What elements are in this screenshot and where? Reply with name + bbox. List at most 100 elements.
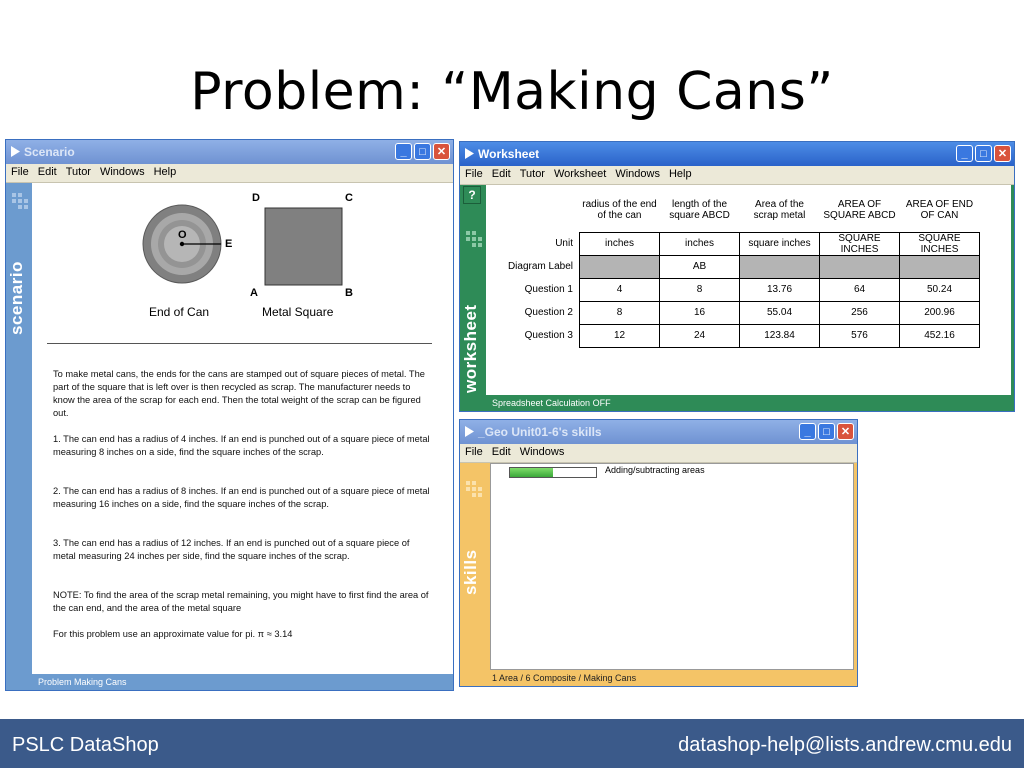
label-c: C [345,192,353,204]
table-cell[interactable]: inches [579,231,660,256]
app-icon [465,148,474,159]
row-label: Unit [555,238,573,249]
skill-name: Adding/subtracting areas [605,465,705,475]
table-cell[interactable] [819,254,900,279]
slide-title: Problem: “Making Cans” [190,62,834,122]
table-row: Question 3 12 24 123.84 576 452.16 [501,323,980,348]
corner-cell [501,188,580,232]
table-cell[interactable] [899,254,980,279]
worksheet-window: Worksheet _ □ ✕ File Edit Tutor Worksheet Wind… [459,141,1015,412]
menu-edit[interactable]: Edit [487,166,515,180]
label-b: B [345,287,353,299]
skills-title-bar[interactable]: _Geo Unit01-6's skills _ □ ✕ [460,420,857,444]
label-e: E [225,238,233,250]
minimize-button[interactable]: _ [799,423,816,440]
menu-bar: File Edit Tutor Windows Help [6,164,453,183]
pi-text: For this problem use an approximate valu… [53,629,293,639]
column-header: Area of the scrap metal [753,198,806,221]
minimize-button[interactable]: _ [956,145,973,162]
menu-help[interactable]: Help [664,166,696,180]
menu-tutor[interactable]: Tutor [515,166,549,180]
app-icon [465,426,474,437]
scenario-sidebar: scenario [6,183,32,674]
table-cell[interactable]: 64 [819,277,900,302]
question-2-text: 2. The can end has a radius of 8 inches.… [53,486,430,509]
footer-bar: PSLC DataShop datashop-help@lists.andrew… [0,719,1024,768]
menu-edit[interactable]: Edit [487,444,515,458]
table-row: Question 2 8 16 55.04 256 200.96 [501,300,980,325]
table-cell[interactable] [579,254,660,279]
maximize-button[interactable]: □ [414,143,431,160]
table-cell[interactable]: 13.76 [739,277,820,302]
menu-file[interactable]: File [6,164,33,178]
table-cell[interactable]: 8 [579,300,660,325]
column-header: length of the square ABCD [669,198,730,221]
table-cell[interactable]: 12 [579,323,660,348]
minimize-button[interactable]: _ [395,143,412,160]
menu-file[interactable]: File [460,166,487,180]
table-cell[interactable]: SQUARE INCHES [899,231,980,256]
dots-icon [466,481,482,497]
question-3-text: 3. The can end has a radius of 12 inches… [53,538,410,561]
menu-file[interactable]: File [460,444,487,458]
table-cell[interactable]: 50.24 [899,277,980,302]
table-cell[interactable]: inches [659,231,740,256]
table-cell[interactable]: 55.04 [739,300,820,325]
menu-windows[interactable]: Windows [95,164,149,178]
table-cell[interactable]: 576 [819,323,900,348]
window-title: _Geo Unit01-6's skills [478,425,602,439]
scenario-content: O E End of Can D C A B Metal Square To m… [32,183,453,674]
table-cell[interactable]: square inches [739,231,820,256]
menu-help[interactable]: Help [149,164,181,178]
sidebar-label: skills [461,549,480,595]
table-cell[interactable]: 8 [659,277,740,302]
table-cell[interactable] [739,254,820,279]
row-label: Question 3 [524,330,573,341]
row-label: Question 1 [524,284,573,295]
menu-windows[interactable]: Windows [515,444,569,458]
table-cell[interactable]: 123.84 [739,323,820,348]
menu-windows[interactable]: Windows [610,166,664,180]
table-cell[interactable]: 452.16 [899,323,980,348]
menu-edit[interactable]: Edit [33,164,61,178]
window-title: Worksheet [478,147,540,161]
worksheet-content: radius of the end of the can length of t… [486,185,1011,395]
menu-bar: File Edit Windows [460,444,857,463]
table-cell[interactable]: 24 [659,323,740,348]
menu-worksheet[interactable]: Worksheet [549,166,610,180]
close-button[interactable]: ✕ [433,143,450,160]
footer-left-text: PSLC DataShop [12,734,159,756]
dots-icon [12,193,28,209]
close-button[interactable]: ✕ [837,423,854,440]
skill-progress-fill [510,468,553,477]
dots-icon [466,231,482,247]
problem-intro: To make metal cans, the ends for the can… [53,369,425,418]
menu-tutor[interactable]: Tutor [61,164,95,178]
table-cell[interactable]: 200.96 [899,300,980,325]
note-text: NOTE: To find the area of the scrap meta… [53,590,429,613]
label-o: O [178,229,187,241]
menu-bar: File Edit Tutor Worksheet Windows Help [460,166,1014,185]
table-cell[interactable]: AB [659,254,740,279]
scenario-title-bar[interactable]: Scenario _ □ ✕ [6,140,453,164]
worksheet-status: Spreadsheet Calculation OFF [486,395,1014,411]
row-label: Diagram Label [507,261,573,272]
sidebar-label: worksheet [461,304,480,393]
footer-email-link[interactable]: datashop-help@lists.andrew.cmu.edu [678,734,1012,757]
column-header: AREA OF SQUARE ABCD [823,198,896,221]
label-d: D [252,192,260,204]
table-cell[interactable]: 256 [819,300,900,325]
maximize-button[interactable]: □ [818,423,835,440]
close-button[interactable]: ✕ [994,145,1011,162]
scenario-window: Scenario _ □ ✕ File Edit Tutor Windows Help sc… [5,139,454,691]
table-cell[interactable]: 4 [579,277,660,302]
worksheet-title-bar[interactable]: Worksheet _ □ ✕ [460,142,1014,166]
skill-progress-bar [509,467,597,478]
help-button[interactable]: ? [463,186,481,204]
table-cell[interactable]: 16 [659,300,740,325]
maximize-button[interactable]: □ [975,145,992,162]
square-caption: Metal Square [262,305,334,319]
table-row: Unit inches inches square inches SQUARE … [501,231,980,256]
table-cell[interactable]: SQUARE INCHES [819,231,900,256]
skills-content: Adding/subtracting areas [490,463,854,670]
